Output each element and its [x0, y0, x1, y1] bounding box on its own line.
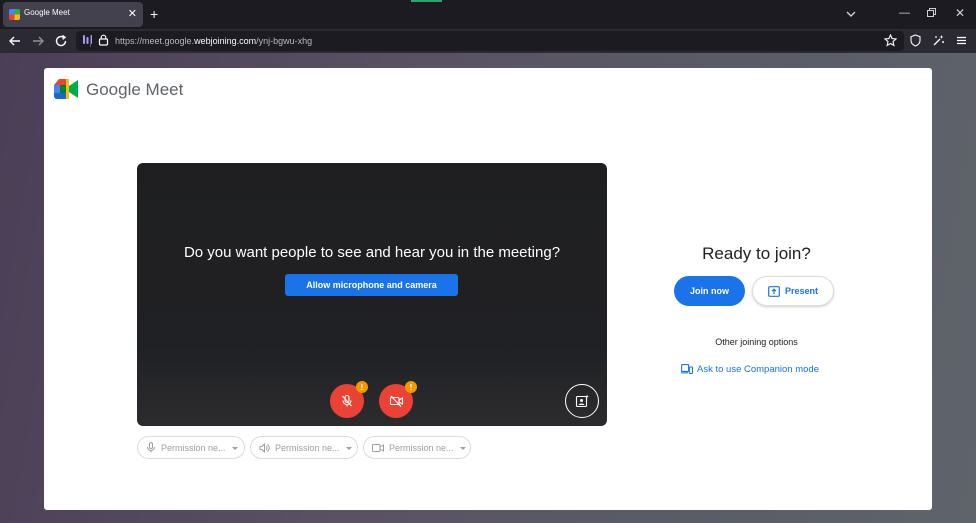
reload-icon[interactable] [54, 34, 68, 48]
address-bar-separator [90, 35, 91, 47]
lock-icon[interactable] [98, 34, 109, 46]
tab-title: Google Meet [24, 8, 70, 17]
speaker-permission-dropdown[interactable]: Permission ne... [250, 436, 358, 459]
chevron-down-icon [345, 446, 352, 450]
browser-tab-google-meet[interactable]: Google Meet ✕ [3, 2, 143, 27]
camera-permission-dropdown[interactable]: Permission ne... [363, 436, 471, 459]
url-text[interactable]: https://meet.google.webjoining.com/ynj-b… [115, 36, 312, 46]
back-arrow-icon[interactable] [8, 34, 22, 48]
forward-arrow-icon[interactable] [31, 34, 45, 48]
companion-mode-link[interactable]: Ask to use Companion mode [681, 363, 819, 375]
preview-permission-question: Do you want people to see and hear you i… [183, 244, 561, 261]
camera-warning-badge: ! [405, 381, 417, 393]
tab-list-chevron-down-icon[interactable] [845, 8, 857, 20]
chevron-down-icon [459, 446, 466, 450]
companion-mode-label: Ask to use Companion mode [697, 363, 819, 375]
microphone-permission-dropdown[interactable]: Permission ne... [137, 436, 245, 459]
tab-close-icon[interactable]: ✕ [128, 7, 137, 21]
camera-off-icon [389, 395, 403, 407]
microphone-off-icon [342, 394, 352, 407]
speaker-icon [259, 442, 270, 453]
google-meet-logo-text: Google Meet [86, 80, 184, 99]
menu-hamburger-icon[interactable] [955, 34, 968, 47]
url-path: /ynj-bgwu-xhg [256, 36, 313, 46]
window-close-button[interactable]: ✕ [955, 6, 965, 20]
visual-effects-button[interactable] [565, 384, 599, 418]
microphone-warning-badge: ! [356, 381, 368, 393]
browser-tab-bar: Google Meet ✕ + — ✕ [0, 0, 976, 29]
url-prefix: https://meet.google. [115, 36, 195, 46]
present-button[interactable]: Present [752, 276, 834, 306]
site-permissions-icon[interactable] [81, 34, 93, 46]
new-tab-button[interactable]: + [150, 6, 158, 22]
shield-icon[interactable] [909, 34, 922, 47]
video-preview: Do you want people to see and hear you i… [137, 163, 607, 426]
speaker-permission-label: Permission ne... [275, 442, 340, 453]
join-now-button[interactable]: Join now [674, 276, 745, 306]
camera-permission-label: Permission ne... [389, 442, 454, 453]
chevron-down-icon [231, 446, 238, 450]
tab-bar-accent [411, 0, 442, 2]
camera-icon [372, 443, 384, 452]
window-minimize-button[interactable]: — [899, 7, 910, 19]
camera-toggle-button[interactable]: ! [379, 381, 417, 418]
microphone-icon [147, 442, 155, 453]
ready-to-join-title: Ready to join? [702, 244, 811, 263]
allow-microphone-camera-button[interactable]: Allow microphone and camera [285, 274, 458, 296]
microphone-permission-label: Permission ne... [161, 442, 226, 453]
url-domain: webjoining.com [194, 36, 257, 46]
google-meet-logo-icon [54, 79, 78, 99]
companion-devices-icon [681, 364, 693, 374]
present-button-label: Present [784, 286, 819, 296]
extensions-icon[interactable] [932, 34, 945, 47]
visual-effects-icon [575, 394, 589, 408]
microphone-toggle-button[interactable]: ! [330, 381, 368, 418]
window-restore-icon[interactable] [927, 8, 936, 17]
other-joining-options-label: Other joining options [715, 337, 798, 347]
google-meet-page: Google Meet Do you want people to see an… [44, 68, 932, 510]
present-screen-icon [768, 285, 780, 297]
bookmark-star-icon[interactable] [884, 34, 897, 47]
google-meet-favicon-icon [9, 9, 20, 20]
